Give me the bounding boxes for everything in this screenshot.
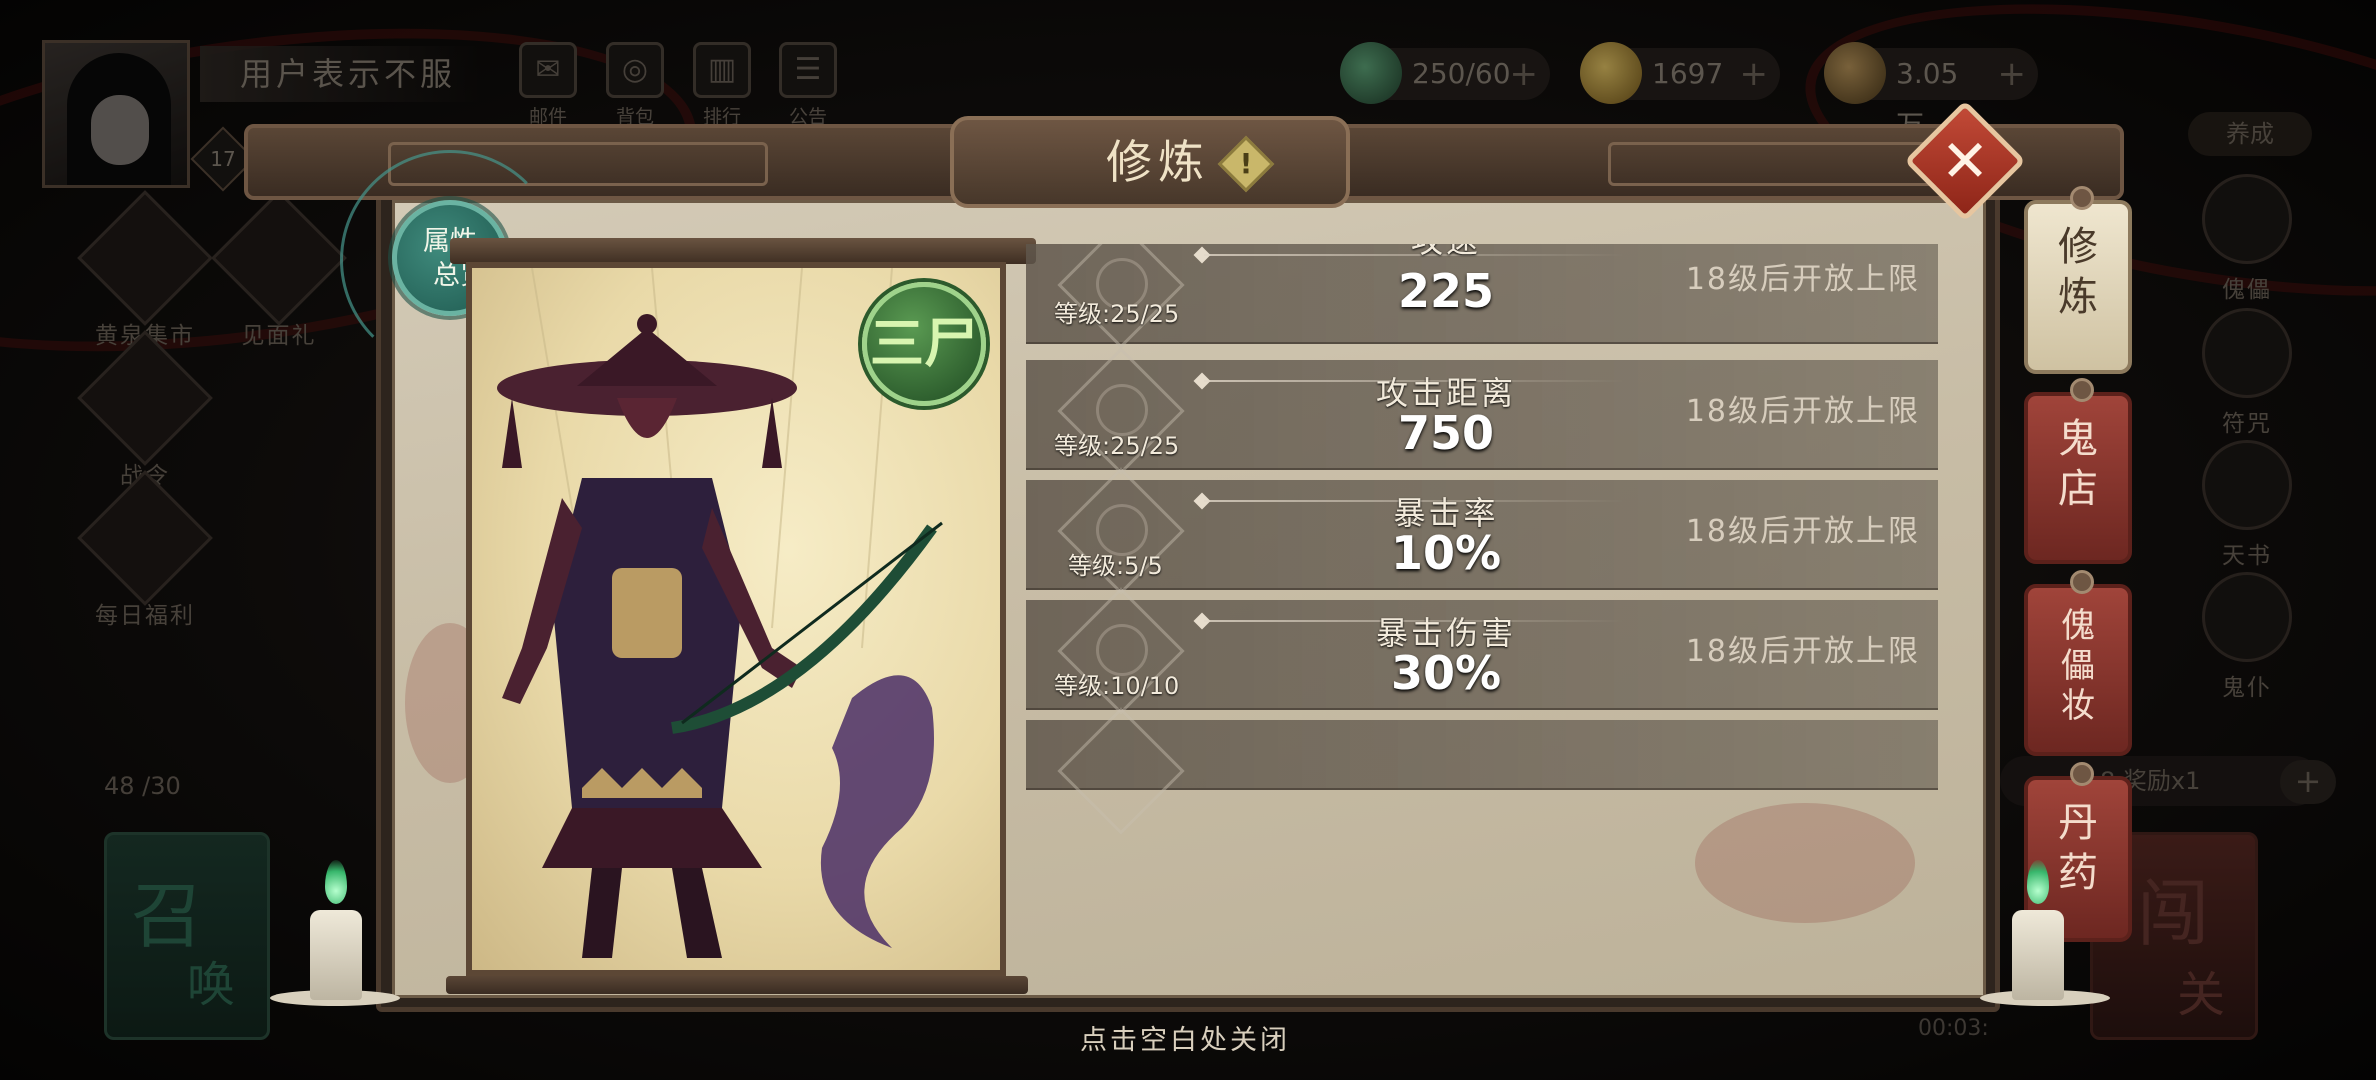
attribute-value: 10% [1390, 526, 1502, 580]
tab-knob [2070, 378, 2094, 402]
attribute-value: 750 [1397, 406, 1495, 460]
tab-label: 修 炼 [2058, 224, 2098, 320]
attribute-cap-text: 18级后开放上限 [1685, 394, 1920, 429]
attribute-row-partial [1026, 707, 1938, 835]
hat-top [577, 328, 717, 386]
tab-cultivation[interactable]: 修 炼 [2024, 186, 2132, 374]
tab-label: 傀 儡 妆 [2061, 606, 2095, 726]
tab-ghost-shop[interactable]: 鬼 店 [2024, 378, 2132, 564]
attribute-cap-text: 18级后开放上限 [1685, 262, 1920, 297]
candle-flame-icon [325, 860, 347, 904]
attribute-level: 等级:25/25 [1054, 300, 1180, 328]
tab-knob [2070, 186, 2094, 210]
tab-knob [2070, 762, 2094, 786]
robe-skirt [542, 808, 762, 868]
tab-knob [2070, 570, 2094, 594]
attribute-row-attack-speed: 攻速 225 等级:25/25 18级后开放上限 [1026, 244, 1938, 349]
candle-right [2012, 910, 2064, 1000]
attribute-cap-text: 18级后开放上限 [1685, 514, 1920, 549]
close-icon: ✕ [1940, 127, 1990, 195]
close-hint: 点击空白处关闭 [1080, 1025, 1290, 1056]
sanshi-seal-badge: 三尸 [862, 282, 986, 406]
tab-puppet-makeup[interactable]: 傀 儡 妆 [2024, 570, 2132, 756]
attribute-icon [1057, 707, 1185, 835]
candle-flame-icon [2027, 860, 2049, 904]
attribute-row-attack-range: 攻击距离 750 等级:25/25 18级后开放上限 [1026, 347, 1938, 475]
attribute-name: 攻速 [1266, 244, 1626, 262]
attribute-row-crit-damage: 暴击伤害 30% 等级:10/10 18级后开放上限 [1026, 587, 1938, 715]
candle-left [310, 910, 362, 1000]
attribute-level: 等级:10/10 [1054, 672, 1180, 700]
modal-title: 修炼 [1106, 135, 1210, 189]
attribute-level: 等级:5/5 [1068, 552, 1163, 580]
scroll-rod-bottom [446, 976, 1028, 994]
fox-spirit [820, 675, 934, 948]
attribute-list[interactable]: 攻速 225 等级:25/25 18级后开放上限 攻击距离 750 等级:25/… [1026, 244, 1938, 970]
tab-label: 鬼 店 [2058, 416, 2098, 512]
attribute-cap-text: 18级后开放上限 [1685, 634, 1920, 669]
scroll-rod-top [450, 238, 1036, 264]
attribute-row-crit-rate: 暴击率 10% 等级:5/5 18级后开放上限 [1026, 467, 1938, 595]
attribute-value: 225 [1397, 264, 1495, 318]
attribute-level: 等级:25/25 [1054, 432, 1180, 460]
attribute-value: 30% [1390, 646, 1502, 700]
